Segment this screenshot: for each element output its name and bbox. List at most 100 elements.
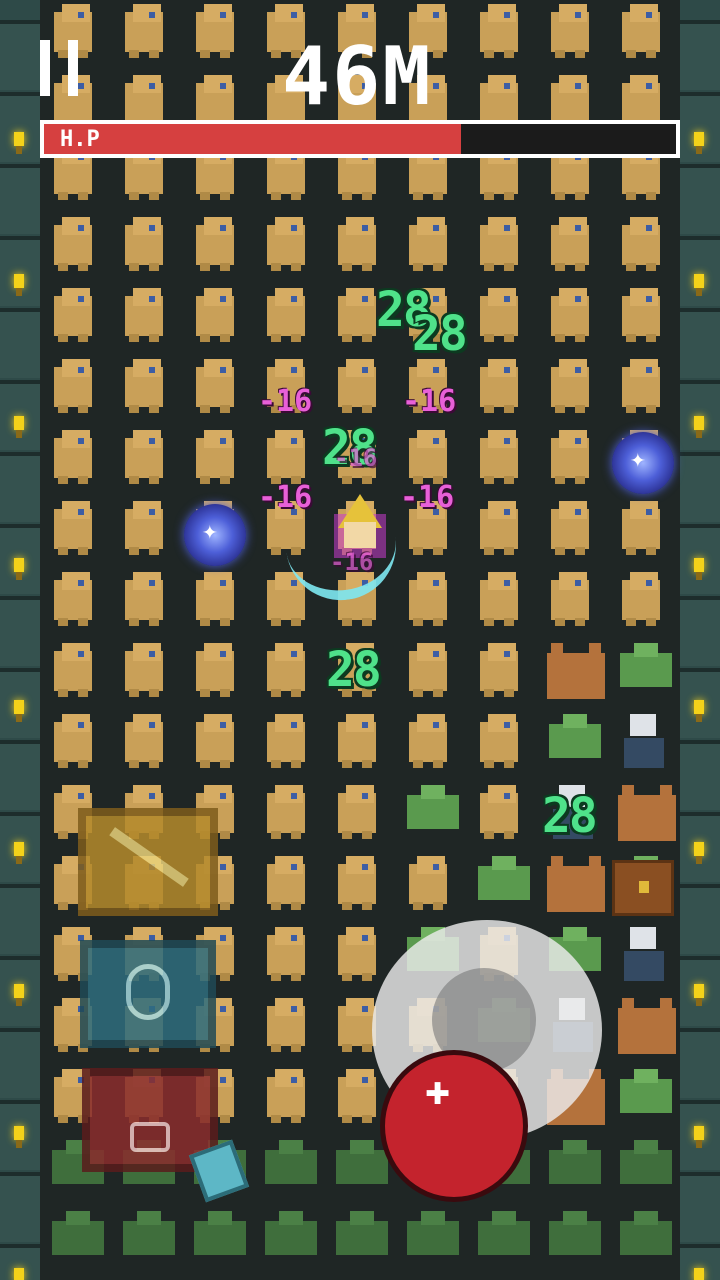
mob-enemy <box>261 288 311 344</box>
wall-brick <box>680 884 720 954</box>
mob-enemy <box>474 572 524 628</box>
mob-enemy <box>48 217 98 273</box>
torch-icon <box>690 416 708 440</box>
mob-enemy <box>332 359 382 415</box>
torch-icon <box>10 132 28 156</box>
mob-enemy <box>474 288 524 344</box>
mob-enemy <box>474 359 524 415</box>
damage-number: 28 <box>326 642 382 698</box>
pause-button[interactable] <box>38 40 90 98</box>
mob-enemy <box>332 785 382 841</box>
attack-button[interactable]: ✚ <box>380 1050 528 1202</box>
slime-enemy <box>403 785 463 829</box>
mob-enemy <box>332 1069 382 1125</box>
mob-enemy <box>48 501 98 557</box>
torch-icon <box>690 1126 708 1150</box>
mob-enemy <box>261 217 311 273</box>
fist-icon <box>130 1122 170 1152</box>
wall-brick <box>0 884 40 954</box>
wall-brick <box>680 1172 720 1242</box>
mob-enemy <box>403 714 453 770</box>
slime-enemy <box>332 1211 392 1255</box>
torch-icon <box>690 700 708 724</box>
slime-enemy <box>119 1211 179 1255</box>
torch-icon <box>690 558 708 582</box>
treasure-chest <box>612 860 674 916</box>
dungeon-wall-left <box>0 0 40 1280</box>
slime-enemy <box>545 1140 605 1184</box>
slime-enemy <box>190 1211 250 1255</box>
mob-enemy <box>48 430 98 486</box>
mob-enemy <box>190 4 240 60</box>
mob-enemy <box>545 288 595 344</box>
slime-enemy <box>545 714 605 758</box>
mob-enemy <box>403 856 453 912</box>
mob-enemy <box>261 998 311 1054</box>
mob-enemy <box>545 430 595 486</box>
sword-skill-button[interactable] <box>78 808 218 916</box>
mob-enemy <box>261 856 311 912</box>
shield-skill-button[interactable] <box>80 940 216 1048</box>
mob-enemy <box>119 501 169 557</box>
torch-icon <box>690 842 708 866</box>
mob-enemy <box>616 572 666 628</box>
cat-enemy <box>545 856 607 912</box>
mob-enemy <box>474 501 524 557</box>
wall-brick <box>680 740 720 810</box>
wall-brick <box>0 740 40 810</box>
torch-icon <box>10 1126 28 1150</box>
mob-enemy <box>190 643 240 699</box>
mob-enemy <box>616 359 666 415</box>
slime-enemy <box>261 1211 321 1255</box>
mob-enemy <box>616 217 666 273</box>
cat-enemy <box>616 785 678 841</box>
mob-enemy <box>332 217 382 273</box>
torch-icon <box>10 416 28 440</box>
mob-enemy <box>119 430 169 486</box>
mob-enemy <box>119 4 169 60</box>
pause-icon-bar <box>68 40 78 96</box>
magic-orb <box>612 432 674 494</box>
game-stage: 28 28 28 28 28 -16 -16 -16 -16 -16 -16 4… <box>0 0 720 1280</box>
mob-enemy <box>332 288 382 344</box>
slime-enemy <box>616 643 676 687</box>
mob-enemy <box>119 217 169 273</box>
mob-enemy <box>48 714 98 770</box>
mob-enemy <box>474 430 524 486</box>
slime-enemy <box>403 1211 463 1255</box>
slime-enemy <box>616 1140 676 1184</box>
mob-enemy <box>119 359 169 415</box>
mob-enemy <box>190 359 240 415</box>
damage-number: -16 <box>334 444 378 472</box>
mob-enemy <box>48 359 98 415</box>
mob-enemy <box>190 714 240 770</box>
damage-number: -16 <box>330 548 374 576</box>
slime-enemy <box>616 1069 676 1113</box>
wall-brick <box>0 1028 40 1098</box>
damage-number: -16 <box>400 480 455 515</box>
mob-enemy <box>261 1069 311 1125</box>
dungeon-wall-right <box>680 0 720 1280</box>
mob-enemy <box>474 785 524 841</box>
mob-enemy <box>332 856 382 912</box>
mob-enemy <box>545 501 595 557</box>
wall-brick <box>680 1028 720 1098</box>
wall-brick <box>0 1172 40 1242</box>
slime-enemy <box>474 1211 534 1255</box>
torch-icon <box>10 558 28 582</box>
cat-enemy <box>616 998 678 1054</box>
mob-enemy <box>261 714 311 770</box>
mob-enemy <box>403 643 453 699</box>
mob-enemy <box>474 643 524 699</box>
mob-enemy <box>616 288 666 344</box>
mob-enemy <box>119 714 169 770</box>
torch-icon <box>690 132 708 156</box>
sword-icon <box>109 827 189 887</box>
skeleton-enemy <box>616 927 672 987</box>
damage-number: 28 <box>412 306 468 362</box>
mob-enemy <box>190 430 240 486</box>
mob-enemy <box>119 643 169 699</box>
skeleton-enemy <box>616 714 672 774</box>
damage-number: -16 <box>402 384 457 419</box>
hp-bar: H.P <box>40 120 680 158</box>
